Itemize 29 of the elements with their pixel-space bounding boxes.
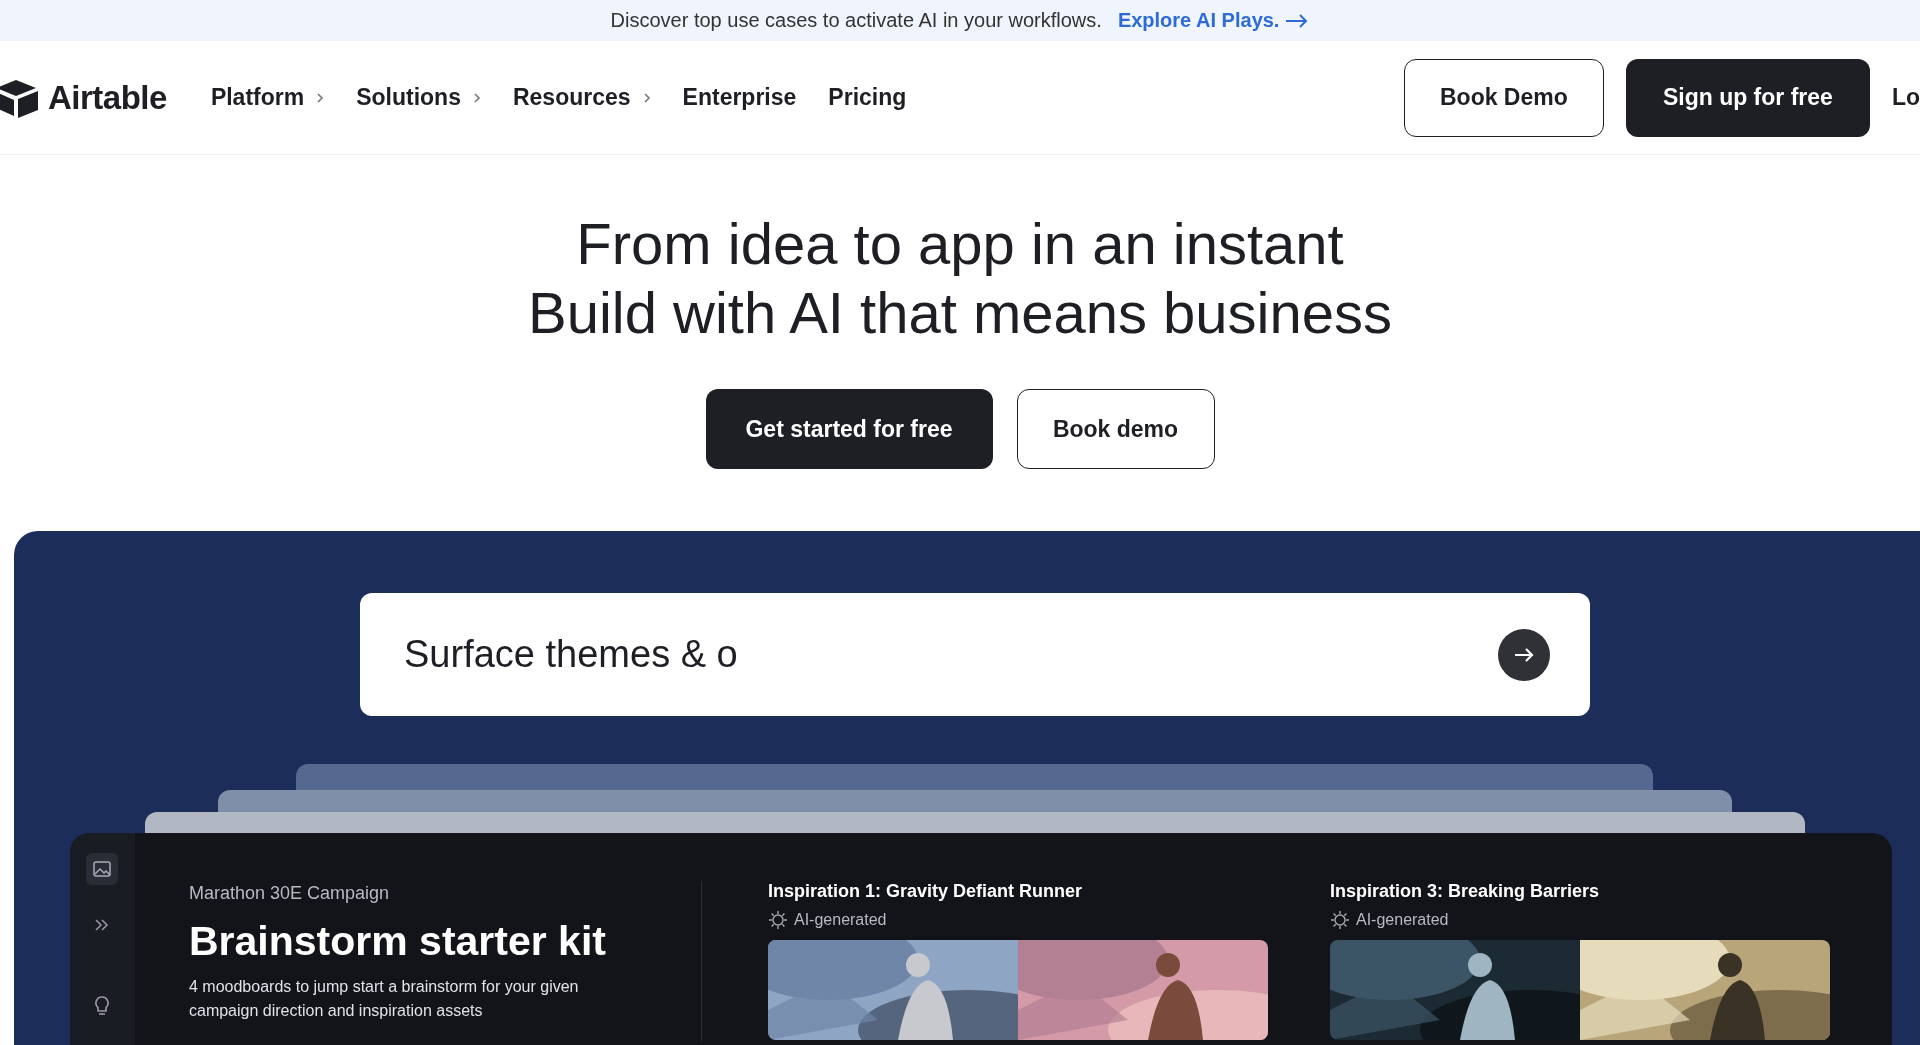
banner-text: Discover top use cases to activate AI in your workflows. [610, 9, 1102, 32]
nav-link[interactable]: Enterprise [682, 84, 797, 111]
logo-icon [0, 77, 40, 118]
sparkle-gear-icon [1330, 910, 1350, 930]
ai-generated-label: AI-generated [794, 911, 887, 929]
login-link[interactable]: Lo [1891, 84, 1920, 111]
logo-text: Airtable [48, 78, 167, 117]
campaign-label: Marathon 30E Campaign [189, 883, 391, 904]
nav-link[interactable]: Platform [210, 84, 325, 111]
kit-description: 4 moodboards to jump start a brainstorm for your given campaign direction and inspiration assets [189, 977, 580, 1021]
book-demo-button[interactable]: Book demo [1016, 389, 1215, 469]
prompt-field[interactable]: Surface themes & o [360, 593, 1590, 716]
get-started-button[interactable]: Get started for free [705, 389, 993, 469]
inspiration-title: Inspiration 1: Gravity Defiant Runner [768, 881, 1084, 902]
nav-link[interactable]: Solutions [356, 84, 481, 111]
sign-up-button[interactable]: Sign up for free [1625, 58, 1870, 137]
arrow-icon [1285, 13, 1310, 28]
image-icon[interactable] [86, 853, 119, 885]
explore-link[interactable]: Explore AI Plays. [1117, 9, 1310, 32]
lightbulb-icon[interactable] [93, 995, 112, 1017]
nav-link[interactable]: Pricing [828, 84, 907, 111]
kit-title: Brainstorm starter kit [189, 918, 607, 965]
inspiration-title: Inspiration 3: Breaking Barriers [1330, 881, 1601, 902]
ai-generated-label: AI-generated [1356, 911, 1449, 929]
nav-link[interactable]: Resources [512, 84, 651, 111]
sparkle-gear-icon [768, 910, 788, 930]
book-demo-button[interactable]: Book Demo [1403, 58, 1604, 137]
hero-heading: From idea to app in an instant [576, 210, 1344, 278]
hero-heading: Build with AI that means business [528, 279, 1392, 347]
